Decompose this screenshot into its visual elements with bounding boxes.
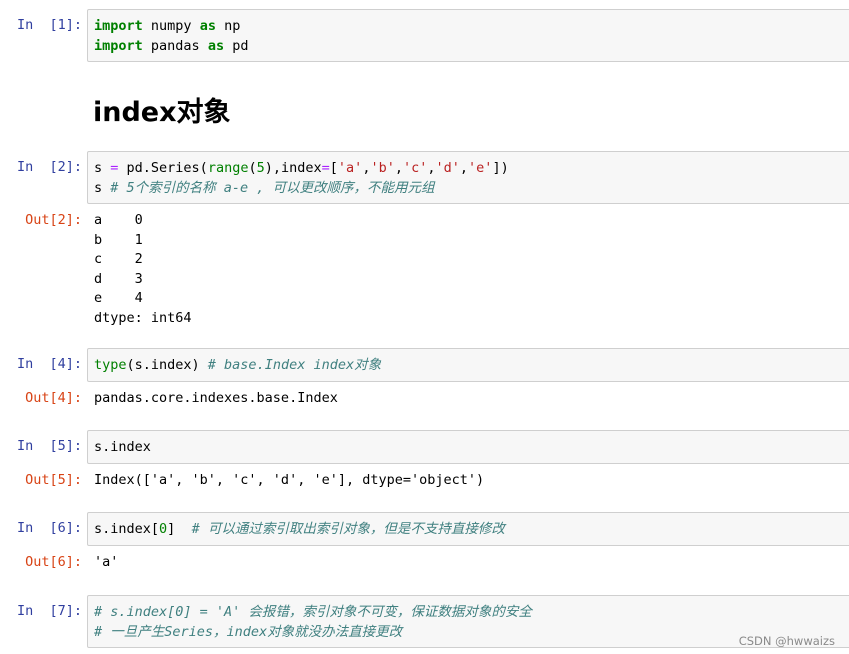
output-line: dtype: int64 xyxy=(94,309,192,326)
string-token: 'd' xyxy=(435,160,460,176)
code-line: # 一旦产生Series，index对象就没办法直接更改 xyxy=(94,623,849,643)
code-line: s.index xyxy=(94,438,849,458)
output-prompt-4: Out[4]: xyxy=(25,390,82,406)
keyword-token: import xyxy=(94,37,143,54)
code-token: pd.Series( xyxy=(118,160,208,176)
code-line: import pandas as pd xyxy=(94,37,849,57)
output-line: a 0 xyxy=(94,212,143,228)
markdown-heading: index对象 xyxy=(93,97,231,128)
watermark-text: CSDN @hwwaizs xyxy=(738,634,835,648)
keyword-token: as xyxy=(199,18,216,34)
code-input-5[interactable]: s.index xyxy=(87,430,849,464)
comment-token: # 可以通过索引取出索引对象，但是不支持直接修改 xyxy=(191,521,505,537)
input-prompt-2: In [2]: xyxy=(16,159,82,175)
input-prompt-5: In [5]: xyxy=(16,438,82,454)
code-input-4[interactable]: type(s.index) # base.Index index对象 xyxy=(87,348,849,382)
code-token: ]) xyxy=(492,160,509,176)
keyword-token: as xyxy=(207,37,225,54)
output-line: c 2 xyxy=(94,251,143,267)
input-prompt-4: In [4]: xyxy=(16,356,82,372)
output-prompt-2: Out[2]: xyxy=(25,212,82,228)
code-input-1[interactable]: import numpy as np import pandas as pd xyxy=(87,9,849,62)
string-token: 'c' xyxy=(402,160,428,176)
code-token: pandas xyxy=(142,37,208,54)
code-line: s = pd.Series(range(5),index=['a','b','c… xyxy=(94,159,849,179)
input-prompt-1: In [1]: xyxy=(16,17,82,33)
code-token: np xyxy=(215,18,241,34)
output-area-6: 'a' xyxy=(94,553,834,573)
output-line: e 4 xyxy=(94,290,143,306)
keyword-token: import xyxy=(94,18,143,34)
code-input-2[interactable]: s = pd.Series(range(5),index=['a','b','c… xyxy=(87,151,849,204)
string-token: 'b' xyxy=(370,160,395,176)
operator-token: = xyxy=(321,160,330,176)
output-prompt-6: Out[6]: xyxy=(25,554,82,570)
code-token: , xyxy=(427,160,436,176)
code-token: ] xyxy=(167,521,192,537)
number-token: 0 xyxy=(159,521,168,537)
code-line: s.index[0] # 可以通过索引取出索引对象，但是不支持直接修改 xyxy=(94,520,849,540)
code-token: , xyxy=(459,160,469,176)
code-line: type(s.index) # base.Index index对象 xyxy=(94,356,849,376)
code-token: s xyxy=(94,160,111,176)
code-token: s xyxy=(94,179,111,196)
output-area-5: Index(['a', 'b', 'c', 'd', 'e'], dtype='… xyxy=(94,471,834,491)
output-area-2: a 0 b 1 c 2 d 3 e 4 dtype: int64 xyxy=(94,211,834,328)
code-token: s.index[ xyxy=(94,521,160,537)
output-prompt-5: Out[5]: xyxy=(25,472,82,488)
output-area-4: pandas.core.indexes.base.Index xyxy=(94,389,834,409)
code-token: (s.index) xyxy=(126,357,208,373)
output-line: pandas.core.indexes.base.Index xyxy=(94,390,338,406)
string-token: 'a' xyxy=(337,160,363,176)
builtin-token: type xyxy=(94,357,127,373)
output-line: b 1 xyxy=(94,231,143,248)
output-line: d 3 xyxy=(94,270,143,287)
input-prompt-7: In [7]: xyxy=(16,603,82,619)
comment-token: # base.Index index对象 xyxy=(207,357,382,373)
input-prompt-6: In [6]: xyxy=(16,520,82,536)
string-token: 'e' xyxy=(468,160,493,176)
code-token: , xyxy=(394,160,403,176)
code-token: pd xyxy=(224,37,249,54)
code-input-6[interactable]: s.index[0] # 可以通过索引取出索引对象，但是不支持直接修改 xyxy=(87,512,849,546)
code-token: s.index xyxy=(94,439,151,455)
code-line: s # 5个索引的名称 a-e , 可以更改顺序，不能用元组 xyxy=(94,179,849,199)
comment-token: # 5个索引的名称 a-e , 可以更改顺序，不能用元组 xyxy=(110,179,435,196)
comment-token: # 一旦产生Series，index对象就没办法直接更改 xyxy=(94,623,403,640)
number-token: 5 xyxy=(256,160,265,176)
code-token: ( xyxy=(248,160,257,176)
code-token: numpy xyxy=(142,18,200,34)
code-token: [ xyxy=(329,160,338,176)
output-line: 'a' xyxy=(94,554,119,570)
code-line: # s.index[0] = 'A' 会报错，索引对象不可变，保证数据对象的安全 xyxy=(94,603,849,623)
code-line: import numpy as np xyxy=(94,17,849,37)
code-input-7[interactable]: # s.index[0] = 'A' 会报错，索引对象不可变，保证数据对象的安全… xyxy=(87,595,849,648)
output-line: Index(['a', 'b', 'c', 'd', 'e'], dtype='… xyxy=(94,472,485,488)
comment-token: # s.index[0] = 'A' 会报错，索引对象不可变，保证数据对象的安全 xyxy=(94,604,532,620)
code-token: ),index xyxy=(264,160,322,176)
builtin-token: range xyxy=(207,160,249,176)
